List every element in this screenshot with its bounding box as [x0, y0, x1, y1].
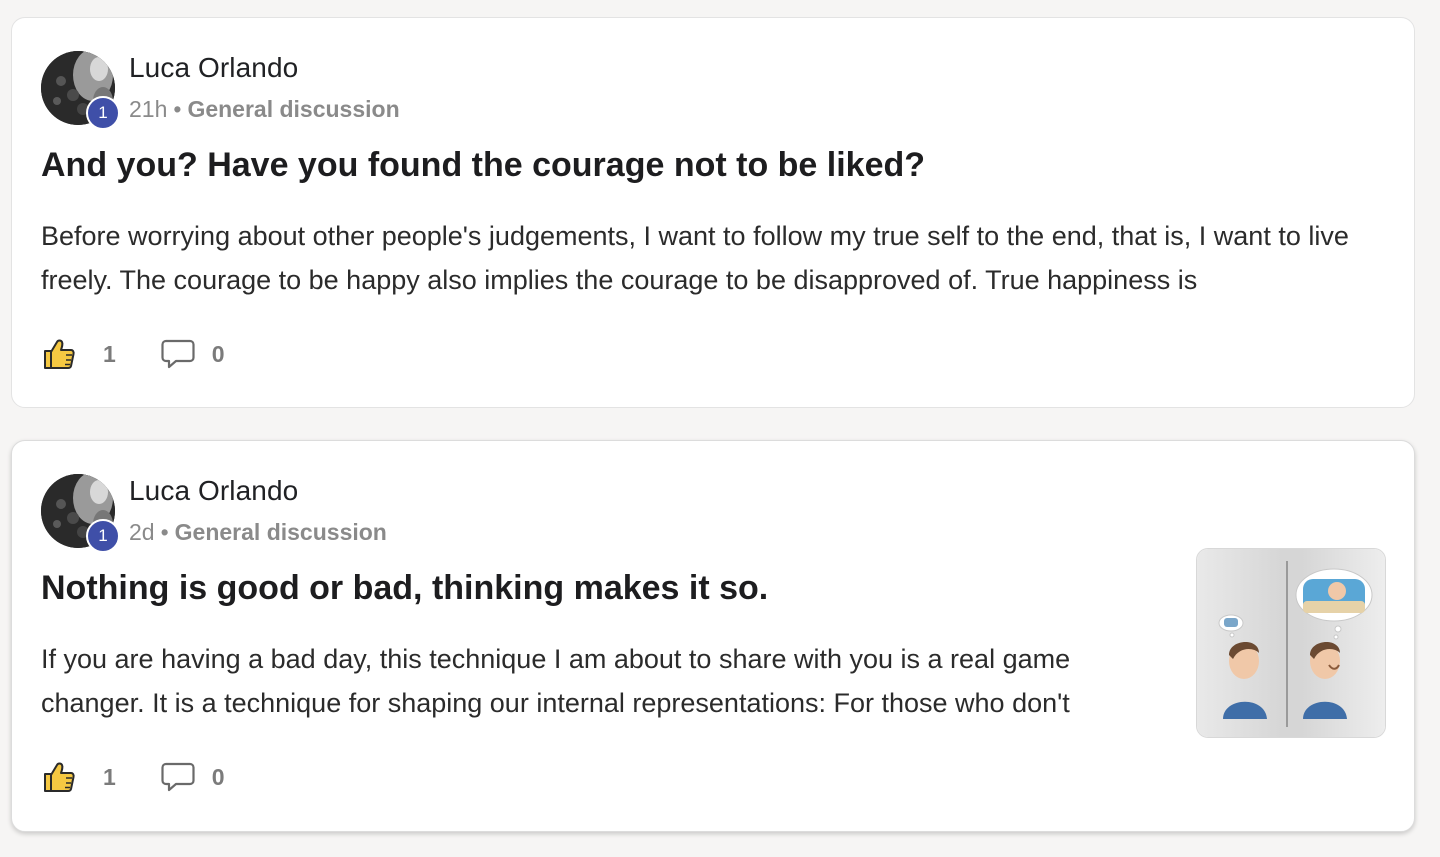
- post-feed: 1 Luca Orlando 21h • General discussion An…: [0, 0, 1440, 857]
- comment-bubble-icon: [161, 339, 195, 369]
- comment-bubble-icon: [161, 762, 195, 792]
- post-title[interactable]: Nothing is good or bad, thinking makes i…: [41, 569, 768, 608]
- like-button[interactable]: 1: [41, 336, 116, 372]
- author-avatar-wrapper[interactable]: 1: [41, 474, 120, 553]
- thumbs-up-icon: [44, 339, 75, 369]
- thumbs-up-icon: [44, 762, 75, 792]
- post-body-preview[interactable]: If you are having a bad day, this techni…: [41, 637, 1169, 725]
- author-avatar-wrapper[interactable]: 1: [41, 51, 120, 130]
- post-thumbnail[interactable]: [1196, 548, 1386, 738]
- post-time: 21h: [129, 96, 168, 122]
- meta-separator: •: [173, 96, 182, 122]
- post-meta: 21h • General discussion: [129, 96, 400, 123]
- like-button[interactable]: 1: [41, 759, 116, 795]
- meta-separator: •: [160, 519, 169, 545]
- post-actions: 1 0: [41, 334, 225, 374]
- level-badge: 1: [86, 519, 120, 553]
- comment-button[interactable]: 0: [160, 761, 225, 793]
- post-category[interactable]: General discussion: [175, 519, 387, 545]
- like-count: 1: [103, 763, 116, 790]
- author-name[interactable]: Luca Orlando: [129, 475, 298, 507]
- author-name[interactable]: Luca Orlando: [129, 52, 298, 84]
- post-meta: 2d • General discussion: [129, 519, 387, 546]
- comment-button[interactable]: 0: [160, 338, 225, 370]
- comment-count: 0: [211, 340, 225, 367]
- post-body-preview[interactable]: Before worrying about other people's jud…: [41, 214, 1387, 302]
- post-card[interactable]: 1 Luca Orlando 2d • General discussion Not…: [11, 440, 1415, 832]
- like-count: 1: [103, 340, 116, 367]
- post-actions: 1 0: [41, 757, 225, 797]
- comment-count: 0: [211, 763, 225, 790]
- post-category[interactable]: General discussion: [187, 96, 399, 122]
- level-badge: 1: [86, 96, 120, 130]
- post-title[interactable]: And you? Have you found the courage not …: [41, 146, 925, 185]
- post-time: 2d: [129, 519, 155, 545]
- post-card[interactable]: 1 Luca Orlando 21h • General discussion An…: [11, 17, 1415, 408]
